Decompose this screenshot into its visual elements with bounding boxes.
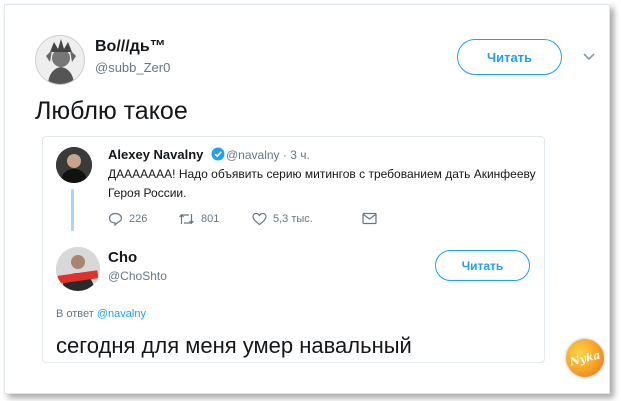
- verified-badge-icon: [211, 147, 225, 161]
- reply-action[interactable]: 226: [108, 212, 147, 226]
- quoted-tweet[interactable]: Alexey Navalny @navalny · 3 ч. ДААААААА!…: [42, 136, 545, 363]
- tweet-time[interactable]: · 3 ч.: [283, 148, 310, 162]
- reply-author-name[interactable]: Cho: [108, 249, 137, 266]
- envelope-icon: [362, 212, 377, 225]
- quoted-author-name[interactable]: Alexey Navalny: [108, 147, 203, 162]
- reply-count: 226: [129, 213, 148, 225]
- author-avatar[interactable]: [35, 35, 85, 85]
- cho-avatar[interactable]: [56, 247, 100, 291]
- retweet-action[interactable]: 801: [178, 212, 219, 226]
- heart-icon: [252, 212, 267, 226]
- tweet-text: Люблю такое: [35, 97, 188, 125]
- thread-line: [71, 189, 74, 231]
- reply-author-handle[interactable]: @ChoShto: [108, 269, 167, 283]
- reply-to-line: В ответ @navalny: [56, 308, 146, 320]
- chevron-down-icon[interactable]: [581, 51, 597, 63]
- reply-to-handle-link[interactable]: @navalny: [97, 308, 146, 320]
- follow-cho-button[interactable]: Читать: [435, 250, 530, 281]
- retweet-count: 801: [201, 213, 220, 225]
- like-count: 5,3 тыс.: [273, 213, 313, 225]
- author-handle[interactable]: @subb_Zer0: [95, 60, 170, 75]
- quoted-author-handle[interactable]: @navalny · 3 ч.: [226, 148, 310, 162]
- like-action[interactable]: 5,3 тыс.: [252, 212, 313, 226]
- author-name[interactable]: Во///дь™: [95, 38, 166, 56]
- reply-icon: [108, 212, 123, 226]
- tweet-card: Во///дь™ @subb_Zer0 Читать Люблю такое A…: [4, 4, 610, 394]
- quoted-tweet-text: ДААААААА! Надо объявить серию митингов с…: [108, 167, 536, 200]
- follow-button[interactable]: Читать: [457, 39, 562, 75]
- reply-text: сегодня для меня умер навальный: [56, 333, 412, 358]
- retweet-icon: [179, 213, 194, 225]
- message-action[interactable]: [362, 212, 377, 225]
- navalny-avatar[interactable]: [56, 147, 92, 183]
